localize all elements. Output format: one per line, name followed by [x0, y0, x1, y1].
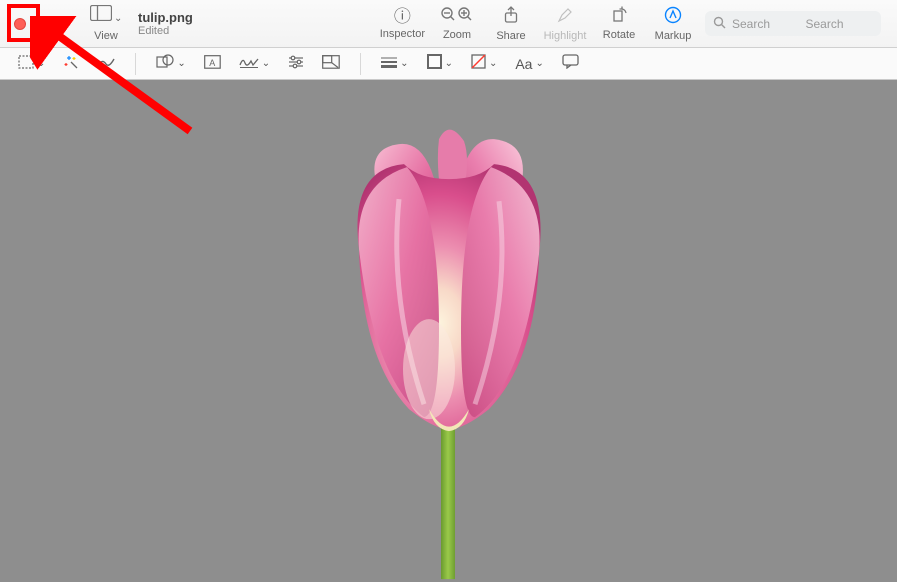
adjust-size-tool[interactable]: [322, 55, 340, 73]
document-image: [289, 109, 609, 582]
rotate-icon: [611, 6, 628, 27]
document-title: tulip.png Edited: [138, 10, 193, 37]
sign-tool[interactable]: ⌄: [239, 55, 270, 73]
share-icon: [503, 6, 519, 28]
instant-alpha-tool[interactable]: [63, 54, 79, 74]
signature-icon: [239, 55, 259, 73]
sketch-tool[interactable]: [97, 55, 115, 73]
toolbar-separator: [360, 53, 361, 75]
shapes-tool[interactable]: ⌄: [156, 54, 185, 73]
sidebar-icon: ⌄: [90, 5, 123, 28]
magic-wand-icon: [63, 54, 79, 74]
markup-toolbar: ⌄ ⌄ A ⌄: [0, 48, 897, 80]
svg-text:A: A: [209, 58, 215, 68]
view-menu-button[interactable]: ⌄ View: [80, 5, 132, 42]
search-field[interactable]: Search Search: [705, 11, 881, 36]
line-weight-icon: [381, 55, 397, 72]
search-label: Search: [776, 17, 873, 31]
inspector-button[interactable]: ⓘ Inspector: [380, 8, 425, 40]
zoom-icon: [440, 6, 474, 27]
annotation-highlight-box: [7, 4, 40, 42]
highlight-button: Highlight: [543, 6, 587, 42]
filename: tulip.png: [138, 10, 193, 25]
info-icon: ⓘ: [394, 8, 411, 26]
border-style-tool[interactable]: ⌄: [381, 55, 408, 72]
text-style-label: Aa: [515, 56, 532, 72]
file-status: Edited: [138, 25, 193, 37]
selection-rect-icon: [18, 55, 34, 73]
toolbar-separator: [135, 53, 136, 75]
fill-color-icon: [471, 54, 486, 73]
resize-icon: [322, 55, 340, 73]
image-canvas[interactable]: [0, 80, 897, 563]
text-style-tool[interactable]: Aa⌄: [515, 56, 544, 72]
text-tool[interactable]: A: [204, 55, 221, 73]
toolbar-actions: ⓘ Inspector Zoom: [380, 6, 897, 42]
view-label: View: [94, 30, 118, 42]
markup-icon: [664, 6, 682, 28]
search-placeholder-text: Search: [732, 17, 770, 31]
highlighter-icon: [556, 6, 574, 28]
text-box-icon: A: [204, 55, 221, 73]
sliders-icon: [288, 55, 304, 73]
selection-tool[interactable]: ⌄: [18, 55, 45, 73]
fill-color-tool[interactable]: ⌄: [471, 54, 497, 73]
stroke-color-icon: [427, 54, 442, 73]
speech-bubble-icon: [562, 54, 579, 73]
rotate-button[interactable]: Rotate: [597, 6, 641, 41]
pencil-squiggle-icon: [97, 55, 115, 73]
shapes-icon: [156, 54, 174, 73]
adjust-color-tool[interactable]: [288, 55, 304, 73]
share-button[interactable]: Share: [489, 6, 533, 42]
window-titlebar: ⌄ View tulip.png Edited ⓘ Inspector: [0, 0, 897, 48]
markup-button[interactable]: Markup: [651, 6, 695, 42]
maximize-window-button[interactable]: [54, 18, 66, 30]
search-icon: [713, 16, 726, 32]
zoom-button[interactable]: Zoom: [435, 6, 479, 41]
annotate-tool[interactable]: [562, 54, 579, 73]
border-color-tool[interactable]: ⌄: [427, 54, 453, 73]
